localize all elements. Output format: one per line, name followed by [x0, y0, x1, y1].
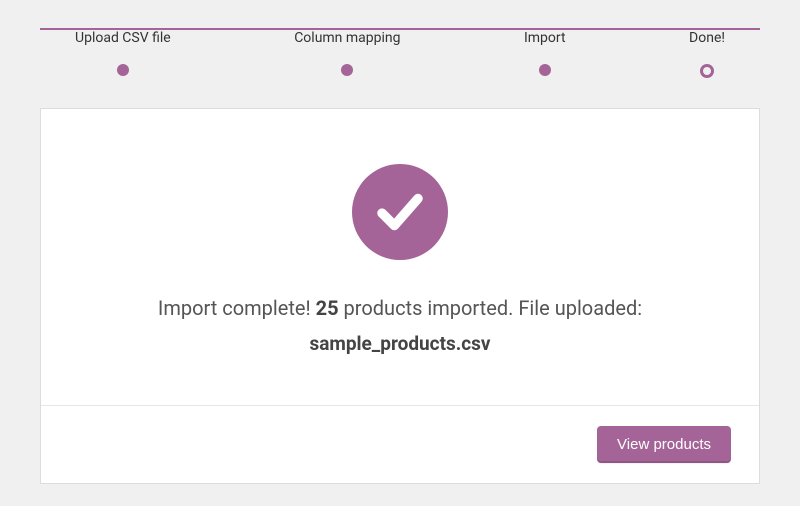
step-dot-icon	[341, 64, 353, 76]
step-label: Import	[524, 30, 566, 46]
step-dot-active-icon	[700, 64, 714, 78]
message-prefix: Import complete!	[158, 296, 316, 320]
step-label: Column mapping	[294, 30, 400, 46]
step-column-mapping: Column mapping	[294, 30, 400, 78]
step-dot-icon	[117, 64, 129, 76]
import-complete-message: Import complete! 25 products imported. F…	[81, 292, 719, 324]
message-suffix: products imported. File uploaded:	[339, 296, 643, 320]
card-body: Import complete! 25 products imported. F…	[41, 109, 759, 405]
step-label: Upload CSV file	[75, 30, 171, 46]
step-done: Done!	[689, 30, 725, 78]
imported-count: 25	[316, 296, 339, 320]
uploaded-filename: sample_products.csv	[81, 332, 719, 355]
step-upload-csv: Upload CSV file	[75, 30, 171, 78]
success-check-icon	[352, 164, 448, 260]
step-import: Import	[524, 30, 566, 78]
import-result-card: Import complete! 25 products imported. F…	[40, 108, 760, 484]
card-footer: View products	[41, 405, 759, 483]
view-products-button[interactable]: View products	[597, 426, 731, 463]
step-dot-icon	[539, 64, 551, 76]
step-label: Done!	[689, 30, 725, 46]
progress-stepper: Upload CSV file Column mapping Import Do…	[0, 0, 800, 78]
